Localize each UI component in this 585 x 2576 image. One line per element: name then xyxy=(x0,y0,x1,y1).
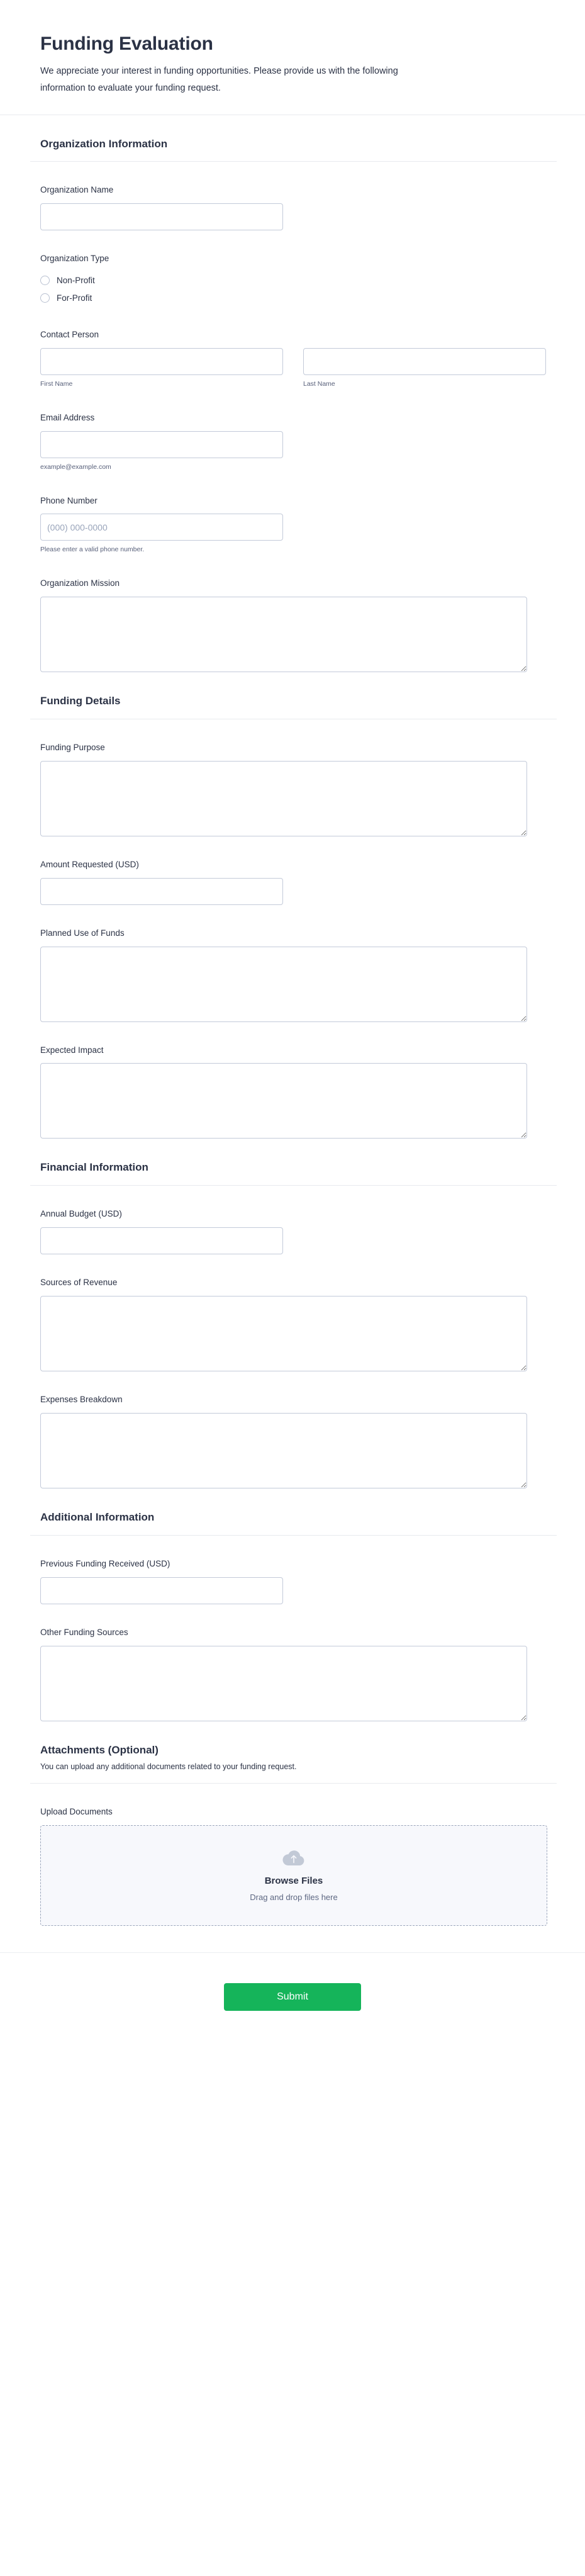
radio-circle-icon[interactable] xyxy=(40,293,50,303)
funding-evaluation-form: Funding Evaluation We appreciate your in… xyxy=(0,0,585,2576)
field-previous-funding-received: Previous Funding Received (USD) xyxy=(40,1536,545,1604)
expected-impact-textarea[interactable] xyxy=(40,1063,527,1139)
annual-budget-input[interactable] xyxy=(40,1227,283,1255)
organization-mission-textarea[interactable] xyxy=(40,597,527,673)
organization-type-label: Organization Type xyxy=(40,254,109,264)
radio-option-non-profit[interactable]: Non-Profit xyxy=(40,272,545,290)
field-expected-impact: Expected Impact xyxy=(40,1022,545,1139)
amount-requested-input[interactable] xyxy=(40,877,283,905)
section-title: Financial Information xyxy=(40,1161,148,1174)
field-annual-budget: Annual Budget (USD) xyxy=(40,1186,545,1255)
field-other-funding-sources: Other Funding Sources xyxy=(40,1604,545,1721)
section-additional-information: Additional Information Previous Funding … xyxy=(0,1488,585,1721)
section-title: Organization Information xyxy=(40,137,168,150)
section-header: Financial Information xyxy=(0,1139,585,1175)
section-body: Previous Funding Received (USD) Other Fu… xyxy=(0,1536,585,1721)
section-title: Additional Information xyxy=(40,1510,155,1523)
organization-name-input[interactable] xyxy=(40,203,283,231)
sources-of-revenue-label: Sources of Revenue xyxy=(40,1278,118,1288)
field-amount-requested: Amount Requested (USD) xyxy=(40,836,545,905)
section-body: Annual Budget (USD) Sources of Revenue E… xyxy=(0,1186,585,1488)
email-address-hint: example@example.com xyxy=(40,463,111,471)
page-subtitle: We appreciate your interest in funding o… xyxy=(40,66,398,93)
expenses-breakdown-label: Expenses Breakdown xyxy=(40,1395,123,1405)
submit-button[interactable]: Submit xyxy=(224,1983,361,2011)
last-name-input[interactable] xyxy=(303,348,546,376)
sources-of-revenue-textarea[interactable] xyxy=(40,1296,527,1372)
field-organization-type: Organization Type Non-Profit For-Profit xyxy=(40,230,545,307)
last-name-hint: Last Name xyxy=(303,380,335,388)
first-name-input[interactable] xyxy=(40,348,283,376)
section-header: Additional Information xyxy=(0,1488,585,1525)
expenses-breakdown-textarea[interactable] xyxy=(40,1412,527,1488)
section-funding-details: Funding Details Funding Purpose Amount R… xyxy=(0,672,585,1139)
section-header: Funding Details xyxy=(0,672,585,709)
other-funding-sources-label: Other Funding Sources xyxy=(40,1627,128,1637)
field-funding-purpose: Funding Purpose xyxy=(40,719,545,836)
section-description: You can upload any additional documents … xyxy=(40,1762,297,1772)
field-organization-mission: Organization Mission xyxy=(40,555,545,673)
browse-files-label[interactable]: Browse Files xyxy=(265,1875,323,1887)
radio-label: Non-Profit xyxy=(57,276,95,286)
expected-impact-label: Expected Impact xyxy=(40,1045,104,1055)
previous-funding-received-label: Previous Funding Received (USD) xyxy=(40,1558,170,1568)
section-title: Attachments (Optional) xyxy=(40,1743,159,1756)
previous-funding-received-input[interactable] xyxy=(40,1577,283,1604)
planned-use-of-funds-label: Planned Use of Funds xyxy=(40,928,125,938)
other-funding-sources-textarea[interactable] xyxy=(40,1645,527,1721)
contact-person-label: Contact Person xyxy=(40,330,99,340)
form-footer: Submit xyxy=(0,1953,585,2036)
field-contact-person: Contact Person First Name Last Name xyxy=(40,307,546,390)
organization-name-label: Organization Name xyxy=(40,185,114,195)
cloud-upload-icon xyxy=(281,1848,306,1867)
phone-number-input[interactable] xyxy=(40,514,283,541)
annual-budget-label: Annual Budget (USD) xyxy=(40,1209,122,1219)
section-organization-information: Organization Information Organization Na… xyxy=(0,115,585,673)
field-expenses-breakdown: Expenses Breakdown xyxy=(40,1371,545,1488)
section-header: Organization Information xyxy=(0,115,585,152)
radio-circle-icon[interactable] xyxy=(40,276,50,286)
last-name-group: Last Name xyxy=(303,348,546,390)
section-attachments: Attachments (Optional) You can upload an… xyxy=(0,1721,585,1926)
field-phone-number: Phone Number Please enter a valid phone … xyxy=(40,473,545,556)
field-sources-of-revenue: Sources of Revenue xyxy=(40,1254,545,1372)
radio-label: For-Profit xyxy=(57,293,92,303)
drag-drop-hint: Drag and drop files here xyxy=(250,1892,338,1902)
section-title: Funding Details xyxy=(40,695,121,707)
email-address-input[interactable] xyxy=(40,430,283,458)
radio-option-for-profit[interactable]: For-Profit xyxy=(40,290,545,307)
amount-requested-label: Amount Requested (USD) xyxy=(40,859,139,869)
organization-mission-label: Organization Mission xyxy=(40,578,120,588)
section-header: Attachments (Optional) You can upload an… xyxy=(0,1721,585,1774)
funding-purpose-textarea[interactable] xyxy=(40,760,527,836)
field-email-address: Email Address example@example.com xyxy=(40,390,545,473)
file-dropzone[interactable]: Browse Files Drag and drop files here xyxy=(40,1825,547,1926)
section-financial-information: Financial Information Annual Budget (USD… xyxy=(0,1139,585,1488)
contact-person-row: First Name Last Name xyxy=(40,348,546,390)
email-address-label: Email Address xyxy=(40,412,95,422)
organization-type-radio-group: Non-Profit For-Profit xyxy=(40,272,545,307)
planned-use-of-funds-textarea[interactable] xyxy=(40,946,527,1022)
first-name-group: First Name xyxy=(40,348,283,390)
field-planned-use-of-funds: Planned Use of Funds xyxy=(40,905,545,1022)
phone-number-hint: Please enter a valid phone number. xyxy=(40,546,145,554)
section-body: Upload Documents Browse Files Drag and d… xyxy=(0,1784,585,1926)
phone-number-label: Phone Number xyxy=(40,495,98,505)
first-name-hint: First Name xyxy=(40,380,73,388)
field-upload-documents: Upload Documents Browse Files Drag and d… xyxy=(40,1784,547,1926)
section-body: Funding Purpose Amount Requested (USD) P… xyxy=(0,719,585,1139)
field-organization-name: Organization Name xyxy=(40,162,545,231)
funding-purpose-label: Funding Purpose xyxy=(40,742,105,752)
upload-documents-label: Upload Documents xyxy=(40,1807,113,1817)
page-title: Funding Evaluation xyxy=(40,33,213,54)
form-header: Funding Evaluation We appreciate your in… xyxy=(0,0,585,115)
section-body: Organization Name Organization Type Non-… xyxy=(0,162,585,673)
